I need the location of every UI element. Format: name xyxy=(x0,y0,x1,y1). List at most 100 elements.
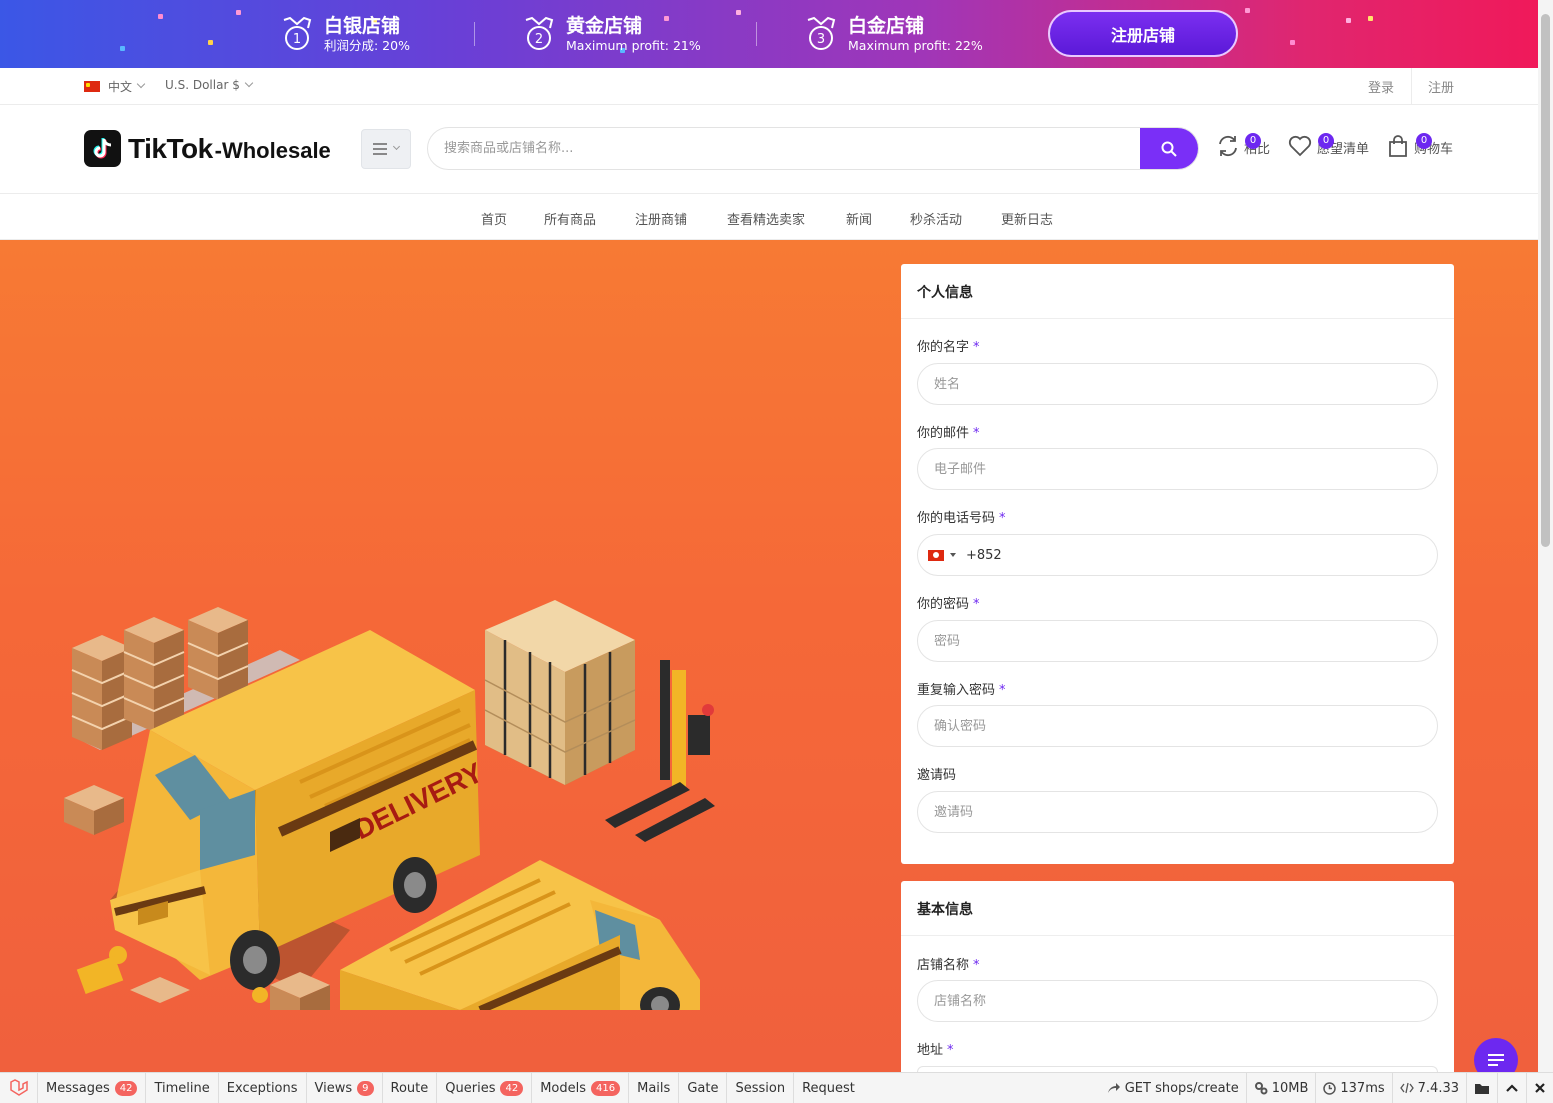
cart-link[interactable]: 0 购物车 xyxy=(1388,133,1453,157)
logo-subtext: -Wholesale xyxy=(214,137,331,163)
svg-text:3: 3 xyxy=(817,32,825,47)
cogs-icon xyxy=(1254,1082,1268,1095)
email-input[interactable] xyxy=(934,461,1437,477)
debug-bar: Messages 42 Timeline Exceptions Views 9 Ro… xyxy=(0,1072,1553,1103)
debug-tab-exceptions[interactable]: Exceptions xyxy=(219,1073,307,1103)
card-title: 基本信息 xyxy=(901,881,1454,936)
register-link[interactable]: 注册 xyxy=(1428,77,1454,96)
debug-tab-mails[interactable]: Mails xyxy=(629,1073,680,1103)
invite-code-label: 邀请码 xyxy=(917,768,957,783)
nav-item-changelog[interactable]: 更新日志 xyxy=(1001,209,1053,228)
tier-platinum: 3 白金店铺 Maximum profit: 22% xyxy=(804,10,983,58)
required-mark: * xyxy=(973,958,980,973)
phone-field[interactable]: +852 xyxy=(917,534,1438,576)
currency-selector[interactable]: U.S. Dollar $ xyxy=(165,78,254,92)
confetti xyxy=(1346,18,1351,23)
debug-tab-route[interactable]: Route xyxy=(383,1073,438,1103)
required-mark: * xyxy=(973,426,980,441)
debug-php-version: 7.4.33 xyxy=(1391,1073,1466,1103)
tier-subtitle: Maximum profit: 21% xyxy=(566,38,701,53)
required-mark: * xyxy=(973,340,980,355)
email-label: 你的邮件 * xyxy=(917,426,980,441)
required-mark: * xyxy=(947,1043,954,1058)
name-input[interactable] xyxy=(934,376,1437,392)
email-field xyxy=(917,448,1438,490)
divider xyxy=(1411,68,1412,105)
nav-item-news[interactable]: 新闻 xyxy=(846,209,872,228)
search-button[interactable] xyxy=(1140,128,1198,169)
count-badge: 9 xyxy=(357,1080,374,1096)
debug-tab-timeline[interactable]: Timeline xyxy=(146,1073,219,1103)
count-badge: 42 xyxy=(500,1080,524,1096)
debug-tab-messages[interactable]: Messages 42 xyxy=(38,1073,147,1103)
site-logo[interactable]: TikTok -Wholesale xyxy=(84,130,331,167)
debug-tab-gate[interactable]: Gate xyxy=(679,1073,728,1103)
card-title: 个人信息 xyxy=(901,264,1454,319)
caret-down-icon[interactable] xyxy=(950,553,956,557)
confetti xyxy=(236,10,241,15)
chevron-up-icon[interactable] xyxy=(1497,1073,1526,1103)
nav-item-register-shop[interactable]: 注册商铺 xyxy=(635,209,687,228)
confetti xyxy=(1368,16,1373,21)
confetti xyxy=(1245,8,1250,13)
shop-name-input[interactable] xyxy=(934,993,1437,1009)
login-link[interactable]: 登录 xyxy=(1368,77,1394,96)
debug-tab-views[interactable]: Views 9 xyxy=(307,1073,383,1103)
nav-item-home[interactable]: 首页 xyxy=(481,209,507,228)
personal-info-card: 个人信息 你的名字* 你的邮件* 你的电话号码* +852 你的密码* 重复输入… xyxy=(901,264,1454,864)
main-nav: 首页 所有商品 注册商铺 查看精选卖家 新闻 秒杀活动 更新日志 xyxy=(0,194,1538,240)
debug-tab-session[interactable]: Session xyxy=(727,1073,795,1103)
password-field xyxy=(917,620,1438,662)
site-header: TikTok -Wholesale 0 相比 0 愿望清单 0 购物车 xyxy=(0,105,1538,194)
confetti xyxy=(736,10,741,15)
hong-kong-flag-icon xyxy=(928,549,944,561)
invite-code-input[interactable] xyxy=(934,804,1437,820)
tier-subtitle: 利润分成: 20% xyxy=(324,38,410,53)
china-flag-icon xyxy=(84,81,100,92)
confetti xyxy=(1290,40,1295,45)
nav-item-all-products[interactable]: 所有商品 xyxy=(544,209,596,228)
chevron-down-icon xyxy=(136,79,146,88)
debug-tab-queries[interactable]: Queries 42 xyxy=(437,1073,533,1103)
wishlist-link[interactable]: 0 愿望清单 xyxy=(1288,133,1369,157)
language-label: 中文 xyxy=(108,80,133,94)
wishlist-count: 0 xyxy=(1318,133,1334,149)
svg-text:2: 2 xyxy=(535,32,543,47)
chevron-down-icon xyxy=(244,78,254,88)
nav-item-featured-sellers[interactable]: 查看精选卖家 xyxy=(727,209,805,228)
register-shop-button[interactable]: 注册店铺 xyxy=(1048,10,1238,57)
heart-icon xyxy=(1288,135,1312,157)
category-menu-button[interactable] xyxy=(361,129,411,169)
medal-icon: 1 xyxy=(283,16,312,50)
debug-memory: 10MB xyxy=(1245,1073,1316,1103)
chat-icon xyxy=(1488,1054,1504,1066)
medal-icon: 3 xyxy=(807,16,836,50)
tier-subtitle: Maximum profit: 22% xyxy=(848,38,983,53)
scrollbar-thumb[interactable] xyxy=(1541,14,1550,547)
shop-name-field xyxy=(917,980,1438,1022)
laravel-icon[interactable] xyxy=(0,1073,38,1103)
clock-icon xyxy=(1323,1081,1337,1095)
search-bar xyxy=(427,127,1199,170)
password-input[interactable] xyxy=(934,633,1437,649)
chevron-down-icon xyxy=(392,142,401,150)
compare-link[interactable]: 0 相比 xyxy=(1217,133,1270,157)
nav-item-flash-sale[interactable]: 秒杀活动 xyxy=(910,209,962,228)
folder-icon[interactable] xyxy=(1466,1073,1497,1103)
language-selector[interactable]: 中文 xyxy=(84,78,146,95)
scrollbar[interactable] xyxy=(1538,0,1553,1073)
code-icon xyxy=(1399,1082,1414,1094)
name-field xyxy=(917,363,1438,405)
debug-tab-request[interactable]: Request xyxy=(794,1073,863,1103)
confirm-password-input[interactable] xyxy=(934,718,1437,734)
close-icon[interactable] xyxy=(1526,1073,1553,1103)
search-input[interactable] xyxy=(428,128,1142,169)
debug-tab-models[interactable]: Models 416 xyxy=(532,1073,630,1103)
divider xyxy=(756,22,757,46)
medal-icon: 2 xyxy=(525,16,554,50)
svg-text:1: 1 xyxy=(293,32,301,47)
tier-title: 白金店铺 xyxy=(848,15,925,37)
shop-name-label: 店铺名称 * xyxy=(917,958,980,973)
logo-text: TikTok xyxy=(128,132,213,164)
phone-input[interactable]: +852 xyxy=(966,548,1002,563)
